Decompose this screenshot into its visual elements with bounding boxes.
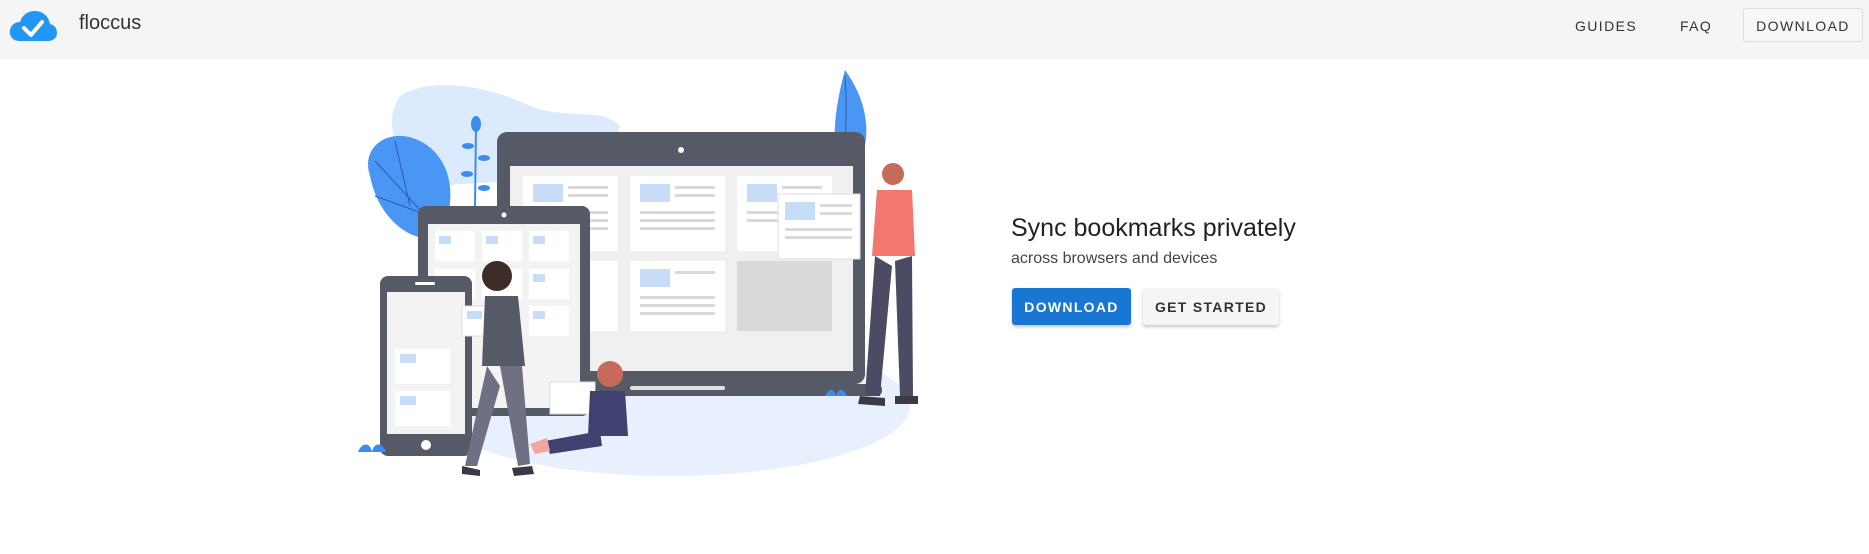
download-button[interactable]: DOWNLOAD <box>1012 288 1131 325</box>
hero-subtitle: across browsers and devices <box>1011 250 1218 267</box>
hero-title: Sync bookmarks privately <box>1011 214 1296 242</box>
get-started-button[interactable]: GET STARTED <box>1143 288 1279 325</box>
nav-download-button[interactable]: DOWNLOAD <box>1743 8 1863 42</box>
top-app-bar: floccus GUIDES FAQ DOWNLOAD <box>0 0 1869 58</box>
app-title[interactable]: floccus <box>79 12 141 35</box>
nav-guides-link[interactable]: GUIDES <box>1575 18 1637 34</box>
nav-faq-link[interactable]: FAQ <box>1680 18 1712 34</box>
devices-illustration <box>358 70 918 476</box>
cloud-check-icon[interactable] <box>8 9 58 43</box>
